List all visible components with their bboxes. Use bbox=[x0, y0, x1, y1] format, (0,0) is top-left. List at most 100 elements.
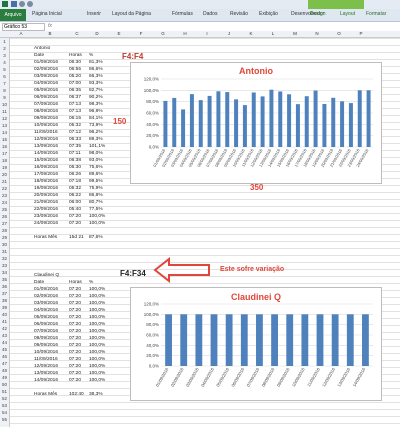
chart-bar[interactable] bbox=[240, 314, 248, 366]
tab-page-layout[interactable]: Layout da Página bbox=[112, 10, 151, 19]
tab-formulas[interactable]: Fórmulas bbox=[172, 10, 193, 19]
chart-bar[interactable] bbox=[278, 91, 283, 147]
block2-cell-pct[interactable]: 100,0% bbox=[89, 307, 105, 314]
row-header[interactable]: 21 bbox=[0, 178, 9, 185]
chart-antonio[interactable]: Antonio 0,0% 20,0% 40,0% 60,0% 80,0% 100,0% 12… bbox=[130, 62, 382, 184]
row-header[interactable]: 29 bbox=[0, 234, 9, 241]
chart-bar[interactable] bbox=[216, 91, 221, 147]
block2-cell-hours[interactable]: 07:20 bbox=[69, 293, 81, 300]
chart-bar[interactable] bbox=[313, 90, 318, 147]
column-header[interactable]: B bbox=[32, 31, 68, 37]
block1-cell-hours[interactable]: 07:13 bbox=[69, 108, 81, 115]
block1-cell-hours[interactable]: 06:35 bbox=[69, 87, 81, 94]
row-header[interactable]: 39 bbox=[0, 304, 9, 311]
chart-bar[interactable] bbox=[251, 92, 256, 147]
row-header[interactable]: 14 bbox=[0, 129, 9, 136]
block2-cell-date[interactable]: 10/09/2016 bbox=[34, 349, 58, 356]
chart-bar[interactable] bbox=[295, 104, 300, 147]
block2-cell-hours[interactable]: 07:20 bbox=[69, 300, 81, 307]
column-header[interactable]: A bbox=[10, 31, 32, 37]
block2-cell-hours[interactable]: 07:20 bbox=[69, 321, 81, 328]
block2-cell-pct[interactable]: 100,0% bbox=[89, 363, 105, 370]
block1-cell-pct[interactable]: 98,0% bbox=[89, 150, 103, 157]
block1-summary-label[interactable]: Horas Mês bbox=[34, 234, 57, 241]
row-header[interactable]: 38 bbox=[0, 297, 9, 304]
block2-summary-pct[interactable]: 38,3% bbox=[89, 391, 103, 398]
chart-bar[interactable] bbox=[225, 314, 233, 366]
block2-summary-label[interactable]: Horas Mês bbox=[34, 391, 57, 398]
block1-cell-date[interactable]: 15/09/2016 bbox=[34, 157, 58, 164]
chart-bar[interactable] bbox=[348, 103, 353, 147]
block1-cell-hours[interactable]: 06:33 bbox=[69, 136, 81, 143]
row-header[interactable]: 23 bbox=[0, 192, 9, 199]
column-header[interactable]: H bbox=[174, 31, 196, 37]
chart-bar[interactable] bbox=[172, 97, 177, 147]
chart-bar[interactable] bbox=[340, 101, 345, 147]
block2-cell-date[interactable]: 12/09/2016 bbox=[34, 363, 58, 370]
block2-cell-pct[interactable]: 100,0% bbox=[89, 370, 105, 377]
block1-cell-date[interactable]: 22/09/2016 bbox=[34, 206, 58, 213]
block2-cell-pct[interactable]: 100,0% bbox=[89, 335, 105, 342]
block2-cell-pct[interactable]: 100,0% bbox=[89, 300, 105, 307]
tab-review[interactable]: Revisão bbox=[230, 10, 248, 19]
block2-cell-hours[interactable]: 07:20 bbox=[69, 363, 81, 370]
tab-view[interactable]: Exibição bbox=[259, 10, 278, 19]
row-header[interactable]: 5 bbox=[0, 66, 9, 73]
row-header[interactable]: 16 bbox=[0, 143, 9, 150]
save-icon[interactable] bbox=[11, 1, 17, 7]
tab-design[interactable]: Design bbox=[310, 10, 326, 19]
block1-cell-hours[interactable]: 07:20 bbox=[69, 220, 81, 227]
block2-cell-pct[interactable]: 100,0% bbox=[89, 342, 105, 349]
row-header[interactable]: 55 bbox=[0, 416, 9, 423]
block1-summary-pct[interactable]: 87,6% bbox=[89, 234, 103, 241]
block2-cell-date[interactable]: 02/09/2016 bbox=[34, 293, 58, 300]
chart-bar[interactable] bbox=[207, 95, 212, 147]
row-header[interactable]: 53 bbox=[0, 402, 9, 409]
block2-summary-hours[interactable]: 102:40 bbox=[69, 391, 84, 398]
row-header[interactable]: 37 bbox=[0, 290, 9, 297]
block1-cell-pct[interactable]: 66,3% bbox=[89, 73, 103, 80]
block1-cell-pct[interactable]: 86,8% bbox=[89, 192, 103, 199]
row-header[interactable]: 17 bbox=[0, 150, 9, 157]
chart-bar[interactable] bbox=[242, 105, 247, 147]
chart-bar[interactable] bbox=[331, 314, 339, 366]
tab-layout[interactable]: Layout bbox=[340, 10, 355, 19]
block1-cell-pct[interactable]: 100,0% bbox=[89, 213, 105, 220]
block1-cell-date[interactable]: 24/09/2016 bbox=[34, 220, 58, 227]
block1-cell-hours[interactable]: 07:12 bbox=[69, 129, 81, 136]
chart-bar[interactable] bbox=[286, 314, 294, 366]
column-header[interactable]: C bbox=[68, 31, 86, 37]
column-header[interactable]: E bbox=[108, 31, 130, 37]
chart-bar[interactable] bbox=[316, 314, 324, 366]
row-header[interactable]: 19 bbox=[0, 164, 9, 171]
block2-cell-date[interactable]: 09/09/2016 bbox=[34, 342, 58, 349]
row-header[interactable]: 10 bbox=[0, 101, 9, 108]
block1-cell-date[interactable]: 16/09/2016 bbox=[34, 164, 58, 171]
block1-cell-pct[interactable]: 84,1% bbox=[89, 115, 103, 122]
redo-icon[interactable] bbox=[27, 1, 33, 7]
block1-title[interactable]: Antonio bbox=[34, 45, 50, 52]
chart-bar[interactable] bbox=[234, 99, 239, 147]
block2-cell-pct[interactable]: 100,0% bbox=[89, 377, 105, 384]
row-header[interactable]: 43 bbox=[0, 332, 9, 339]
block1-cell-pct[interactable]: 75,9% bbox=[89, 185, 103, 192]
block1-cell-hours[interactable]: 07:20 bbox=[69, 213, 81, 220]
row-header[interactable]: 33 bbox=[0, 262, 9, 269]
block2-cell-pct[interactable]: 100,0% bbox=[89, 314, 105, 321]
block1-cell-hours[interactable]: 06:00 bbox=[69, 199, 81, 206]
row-header[interactable]: 24 bbox=[0, 199, 9, 206]
block1-cell-pct[interactable]: 99,5% bbox=[89, 178, 103, 185]
block1-cell-pct[interactable]: 98,3% bbox=[89, 101, 103, 108]
tab-insert[interactable]: Inserir bbox=[87, 10, 101, 19]
column-header[interactable]: I bbox=[196, 31, 218, 37]
block1-cell-hours[interactable]: 05:30 bbox=[69, 164, 81, 171]
block1-cell-pct[interactable]: 101,1% bbox=[89, 143, 105, 150]
block2-cell-hours[interactable]: 07:20 bbox=[69, 307, 81, 314]
block2-cell-hours[interactable]: 07:20 bbox=[69, 370, 81, 377]
row-header[interactable]: 54 bbox=[0, 409, 9, 416]
chart-bar[interactable] bbox=[260, 96, 265, 147]
row-header[interactable]: 35 bbox=[0, 276, 9, 283]
block1-cell-date[interactable]: 07/09/2016 bbox=[34, 101, 58, 108]
chart-bar[interactable] bbox=[271, 314, 278, 366]
block1-cell-date[interactable]: 18/09/2016 bbox=[34, 178, 58, 185]
